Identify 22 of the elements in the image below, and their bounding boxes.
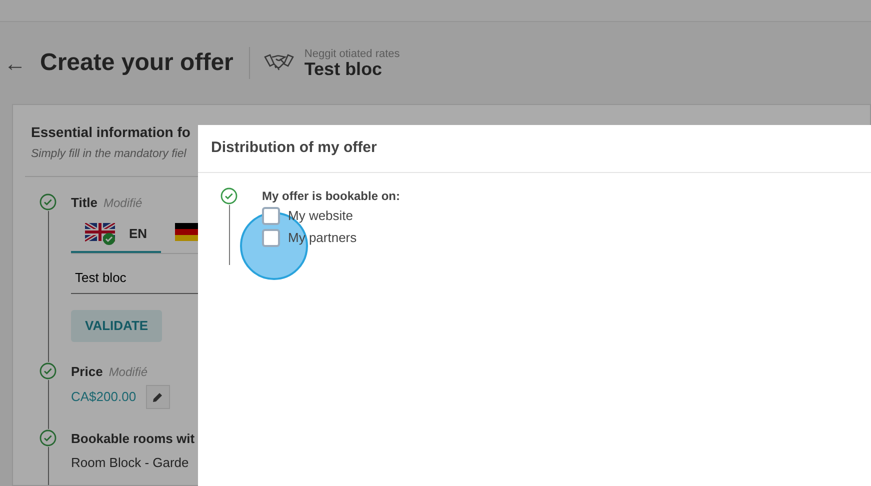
header-subtitle: Neggit otiated rates — [304, 48, 400, 60]
language-tab[interactable]: EN — [71, 216, 162, 252]
offer-name: Test bloc — [304, 60, 384, 78]
page-title: Create your offer — [40, 48, 234, 78]
modified-tag: Modifié — [108, 364, 148, 378]
checkbox[interactable] — [262, 206, 280, 224]
option-label: My partners — [288, 228, 357, 247]
card-title: Essential information fo — [31, 125, 190, 139]
question-label: My offer is bookable on: — [262, 188, 400, 204]
option-label: My website — [288, 206, 354, 225]
step-label: Bookable rooms wit — [71, 431, 195, 446]
step-label: Title — [71, 195, 98, 210]
price-value: CA$200.00 — [71, 388, 136, 406]
modified-tag: Modifié — [104, 196, 142, 210]
step-label: Price — [71, 364, 103, 378]
edit-button[interactable] — [146, 385, 170, 409]
modal-title: Distribution of my offer — [198, 125, 871, 172]
back-arrow[interactable]: ← — [4, 46, 26, 80]
card-hint: Simply fill in the mandatory fiel — [31, 148, 186, 160]
pencil-icon — [152, 391, 164, 403]
checkbox[interactable] — [262, 228, 280, 246]
step-value: Room Block - Garde — [71, 454, 190, 472]
